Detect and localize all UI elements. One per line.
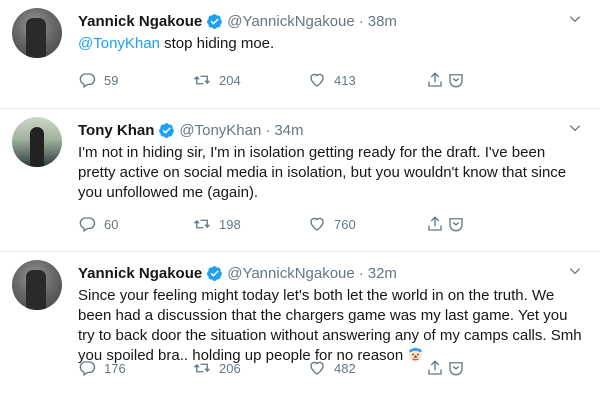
tweet-text: Since your feeling might today let's bot… [78,286,586,366]
tweet-thread: Yannick Ngakoue @YannickNgakoue · 38m @T… [0,0,600,417]
display-name[interactable]: Yannick Ngakoue [78,13,202,30]
share-icon [428,360,442,375]
tweet-header: Yannick Ngakoue @YannickNgakoue · 38m [78,10,586,32]
retweet-button[interactable]: 204 [193,71,308,89]
tweet[interactable]: Yannick Ngakoue @YannickNgakoue · 32m Si… [0,252,600,417]
retweet-count: 198 [219,216,241,232]
verified-badge-icon [159,122,175,138]
avatar[interactable] [12,117,62,167]
tweet-text-content: stop hiding moe. [159,35,275,52]
separator: · [265,121,271,139]
user-handle[interactable]: @TonyKhan [179,122,261,139]
reply-icon [79,73,96,88]
user-handle[interactable]: @YannickNgakoue [227,265,355,282]
like-button[interactable]: 482 [308,359,423,377]
reply-icon [79,361,96,376]
share-dm-button[interactable] [447,71,465,89]
verified-badge-icon [207,265,223,281]
separator: · [358,264,364,282]
shield-icon [449,74,463,88]
like-count: 482 [334,360,356,376]
like-count: 413 [334,72,356,88]
retweet-icon [194,363,210,373]
tweet-actions: 59 204 413 [78,70,586,90]
heart-icon [310,217,324,231]
shield-icon [449,218,463,232]
reply-button[interactable]: 176 [78,359,193,377]
mention-link[interactable]: @TonyKhan [78,35,160,52]
timestamp[interactable]: 38m [368,13,397,30]
verified-badge-icon [207,13,223,29]
reply-count: 59 [104,72,119,88]
tweet-text-content: Since your feeling might today let's bot… [78,287,582,364]
retweet-button[interactable]: 206 [193,359,308,377]
heart-icon [310,73,324,87]
tweet-text: I'm not in hiding sir, I'm in isolation … [78,144,567,201]
user-handle[interactable]: @YannickNgakoue [227,13,355,30]
retweet-count: 204 [219,72,241,88]
avatar[interactable] [12,8,62,58]
display-name[interactable]: Yannick Ngakoue [78,265,202,282]
timestamp[interactable]: 32m [368,265,397,282]
chevron-down-icon[interactable] [568,121,582,135]
share-button[interactable] [426,359,444,377]
share-icon [428,216,442,231]
like-button[interactable]: 760 [308,215,423,233]
tweet[interactable]: Yannick Ngakoue @YannickNgakoue · 38m @T… [0,0,600,109]
tweet[interactable]: Tony Khan @TonyKhan · 34m I'm not in hid… [0,109,600,252]
retweet-count: 206 [219,360,241,376]
share-button[interactable] [426,71,444,89]
chevron-down-icon[interactable] [568,12,582,26]
retweet-icon [194,219,210,229]
reply-button[interactable]: 59 [78,71,193,89]
avatar[interactable] [12,260,62,310]
shield-icon [449,362,463,376]
tweet-header: Tony Khan @TonyKhan · 34m [78,119,586,141]
retweet-icon [194,75,210,85]
like-count: 760 [334,216,356,232]
share-dm-button[interactable] [447,215,465,233]
reply-count: 60 [104,216,119,232]
separator: · [358,12,364,30]
share-icon [428,72,442,87]
tweet-actions: 60 198 760 [78,214,586,234]
chevron-down-icon[interactable] [568,264,582,278]
share-dm-button[interactable] [447,359,465,377]
reply-count: 176 [104,360,126,376]
retweet-button[interactable]: 198 [193,215,308,233]
tweet-text: @TonyKhan stop hiding moe. [78,34,586,54]
heart-icon [310,361,324,375]
share-button[interactable] [426,215,444,233]
like-button[interactable]: 413 [308,71,423,89]
tweet-header: Yannick Ngakoue @YannickNgakoue · 32m [78,262,586,284]
timestamp[interactable]: 34m [274,122,303,139]
tweet-actions: 176 206 482 [78,358,586,378]
reply-icon [79,217,96,232]
reply-button[interactable]: 60 [78,215,193,233]
display-name[interactable]: Tony Khan [78,122,154,139]
